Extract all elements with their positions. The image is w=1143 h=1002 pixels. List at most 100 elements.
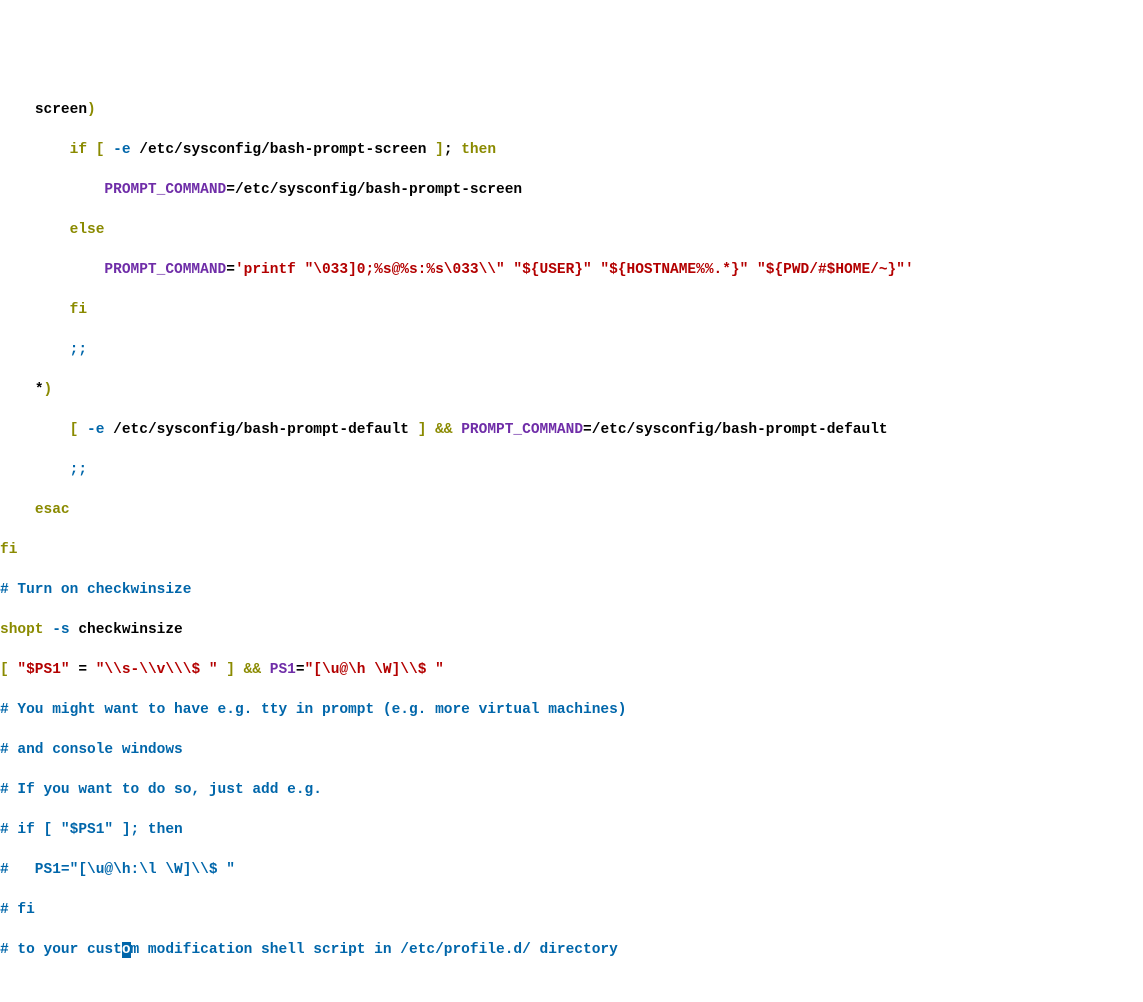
comment: # Turn on checkwinsize [0,582,191,598]
variable: PROMPT_COMMAND [104,182,226,198]
case-label: * [35,382,44,398]
string-literal: "\\s-\\v\\\$ " [96,662,218,678]
space [70,662,79,678]
keyword-fi: fi [70,302,87,318]
code-line: *) [0,380,1143,400]
space [426,422,435,438]
space [261,662,270,678]
code-line: shopt -s checkwinsize [0,620,1143,640]
space [218,662,227,678]
code-line: esac [0,500,1143,520]
comment: # to your cust [0,942,122,958]
indent [0,502,35,518]
code-viewer[interactable]: screen) if [ -e /etc/sysconfig/bash-prom… [0,80,1143,980]
keyword-else: else [70,222,105,238]
string-literal: "[\u@\h \W]\\$ " [305,662,444,678]
code-line: fi [0,300,1143,320]
code-line: # to your custom modification shell scri… [0,940,1143,960]
code-line: [ "$PS1" = "\\s-\\v\\\$ " ] && PS1="[\u@… [0,660,1143,680]
equals: = [226,182,235,198]
space [235,662,244,678]
space [409,422,418,438]
path: /etc/sysconfig/bash-prompt-default [592,422,888,438]
indent [0,222,70,238]
indent [0,262,104,278]
paren: ) [87,102,96,118]
space [453,422,462,438]
space [104,142,113,158]
comment: # If you want to do so, just add e.g. [0,782,322,798]
operator-and: && [244,662,261,678]
keyword-then: then [461,142,496,158]
equals: = [583,422,592,438]
indent [0,302,70,318]
flag: -s [52,622,69,638]
variable: PROMPT_COMMAND [461,422,583,438]
bracket: ] [226,662,235,678]
space [453,142,462,158]
paren: ) [44,382,53,398]
space [44,622,53,638]
variable: PROMPT_COMMAND [104,262,226,278]
space [104,422,113,438]
comment: # You might want to have e.g. tty in pro… [0,702,627,718]
code-line: fi [0,540,1143,560]
path: /etc/sysconfig/bash-prompt-screen [235,182,522,198]
text-cursor: o [122,942,131,958]
space [426,142,435,158]
keyword-esac: esac [35,502,70,518]
code-line: ;; [0,460,1143,480]
double-semi: ;; [70,462,87,478]
code-line: else [0,220,1143,240]
space [9,662,18,678]
comment: # fi [0,902,35,918]
code-line: # If you want to do so, just add e.g. [0,780,1143,800]
space [78,422,87,438]
indent [0,342,70,358]
keyword-fi: fi [0,542,17,558]
indent [0,382,35,398]
code-line: # You might want to have e.g. tty in pro… [0,700,1143,720]
indent [0,182,104,198]
indent [0,142,70,158]
case-label: screen [35,102,87,118]
path: /etc/sysconfig/bash-prompt-screen [139,142,426,158]
builtin-shopt: shopt [0,622,44,638]
bracket: ] [435,142,444,158]
space [87,662,96,678]
variable: PS1 [270,662,296,678]
code-line: if [ -e /etc/sysconfig/bash-prompt-scree… [0,140,1143,160]
equals: = [296,662,305,678]
code-line: [ -e /etc/sysconfig/bash-prompt-default … [0,420,1143,440]
space [131,142,140,158]
path: /etc/sysconfig/bash-prompt-default [113,422,409,438]
code-line: # Turn on checkwinsize [0,580,1143,600]
indent [0,102,35,118]
equals: = [226,262,235,278]
option: checkwinsize [78,622,182,638]
code-line: # if [ "$PS1" ]; then [0,820,1143,840]
comment: # and console windows [0,742,183,758]
code-line: PROMPT_COMMAND='printf "\033]0;%s@%s:%s\… [0,260,1143,280]
operator-and: && [435,422,452,438]
semi: ; [444,142,453,158]
code-line: # fi [0,900,1143,920]
double-semi: ;; [70,342,87,358]
equals: = [78,662,87,678]
string-literal: 'printf "\033]0;%s@%s:%s\033\\" "${USER}… [235,262,914,278]
bracket: [ [0,662,9,678]
comment: # if [ "$PS1" ]; then [0,822,183,838]
space [70,622,79,638]
string-literal: "$PS1" [17,662,69,678]
indent [0,422,70,438]
flag: -e [87,422,104,438]
comment: # PS1="[\u@\h:\l \W]\\$ " [0,862,235,878]
code-line: screen) [0,100,1143,120]
indent [0,462,70,478]
code-line: # PS1="[\u@\h:\l \W]\\$ " [0,860,1143,880]
flag: -e [113,142,130,158]
keyword-if: if [70,142,87,158]
code-line: # and console windows [0,740,1143,760]
space [87,142,96,158]
code-line: PROMPT_COMMAND=/etc/sysconfig/bash-promp… [0,180,1143,200]
